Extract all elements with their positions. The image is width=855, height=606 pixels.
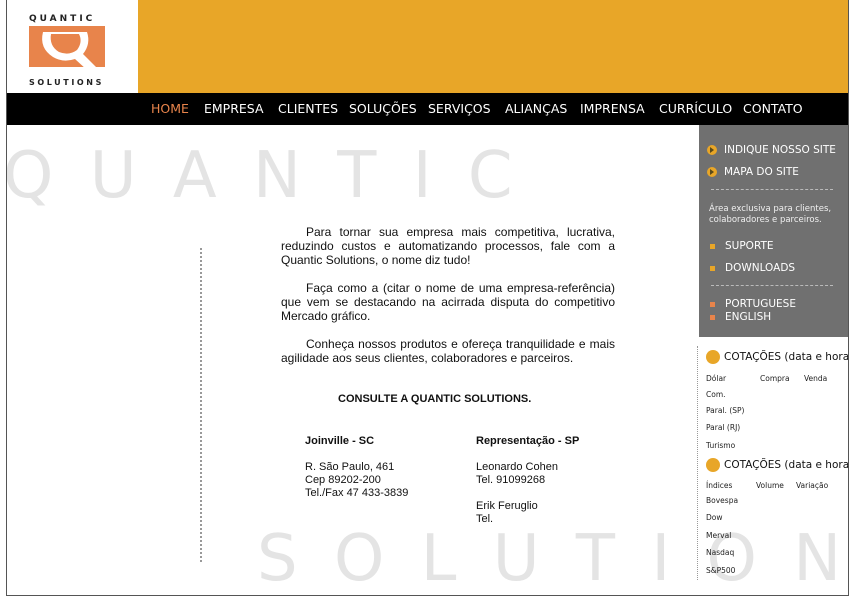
index-row: Merval (706, 531, 732, 540)
indices-header-indices: Índices (706, 481, 733, 490)
watermark-solutions: S O L U T I O N S (257, 522, 849, 596)
quotes-currency-title: COTAÇÕES (data e hora) (724, 351, 849, 363)
office-joinville-address: R. São Paulo, 461 (305, 461, 395, 473)
link-english[interactable]: ENGLISH (725, 311, 771, 323)
currency-header-compra: Compra (760, 374, 790, 383)
index-row: Bovespa (706, 496, 739, 505)
logo-q-icon (29, 26, 105, 70)
header-banner: QUANTIC SOLUTIONS (7, 0, 848, 93)
nav-empresa[interactable]: EMPRESA (204, 101, 264, 116)
office-joinville-phone: Tel./Fax 47 433-3839 (305, 487, 409, 499)
link-suporte[interactable]: SUPORTE (725, 240, 774, 252)
paragraph: Conheça nossos produtos e ofereça tranqu… (281, 337, 615, 365)
link-mapa[interactable]: MAPA DO SITE (724, 166, 799, 178)
bullet-icon (710, 315, 715, 320)
bullet-icon (710, 302, 715, 307)
logo-wordmark-bottom: SOLUTIONS (29, 78, 104, 87)
logo-wordmark-top: QUANTIC (29, 14, 96, 24)
currency-header-venda: Venda (804, 374, 828, 383)
watermark-quantic: Q U A N T I C (6, 139, 521, 213)
indices-header-variacao: Variação (796, 481, 829, 490)
nav-home[interactable]: HOME (151, 101, 189, 116)
divider (711, 285, 833, 286)
nav-curriculo[interactable]: CURRÍCULO (659, 101, 732, 116)
nav-contato[interactable]: CONTATO (743, 101, 803, 116)
left-divider (200, 248, 202, 562)
arrow-circle-icon (707, 167, 717, 177)
page-frame: QUANTIC SOLUTIONS HOME EMPRESA CLIENTES … (6, 0, 849, 596)
currency-row: Paral. (SP) (706, 406, 745, 415)
bullet-icon (710, 266, 715, 271)
intro-text: Para tornar sua empresa mais competitiva… (281, 225, 615, 379)
index-row: Nasdaq (706, 548, 735, 557)
office-sp-contact1: Leonardo Cohen (476, 461, 558, 473)
divider (711, 189, 833, 190)
office-joinville-title: Joinville - SC (305, 435, 375, 447)
index-row: Dow (706, 513, 723, 522)
sidebar: INDIQUE NOSSO SITE MAPA DO SITE Área exc… (699, 125, 848, 337)
logo[interactable]: QUANTIC SOLUTIONS (7, 0, 138, 93)
link-portuguese[interactable]: PORTUGUESE (725, 298, 796, 310)
indices-header-volume: Volume (756, 481, 784, 490)
currency-header-dolar: Dólar (706, 374, 727, 383)
currency-row: Turismo (706, 441, 736, 450)
nav-servicos[interactable]: SERVIÇOS (428, 101, 491, 116)
nav-imprensa[interactable]: IMPRENSA (580, 101, 645, 116)
quotes-bullet-icon (706, 350, 720, 364)
arrow-circle-icon (707, 145, 717, 155)
nav-aliancas[interactable]: ALIANÇAS (505, 101, 567, 116)
office-joinville-cep: Cep 89202-200 (305, 474, 381, 486)
paragraph: Faça como a (citar o nome de uma empresa… (281, 281, 615, 323)
restricted-note: Área exclusiva para clientes, colaborado… (709, 204, 832, 225)
link-downloads[interactable]: DOWNLOADS (725, 262, 795, 274)
quotes-bullet-icon (706, 458, 720, 472)
link-indique[interactable]: INDIQUE NOSSO SITE (724, 144, 836, 156)
bullet-icon (710, 244, 715, 249)
quotes-indices-title: COTAÇÕES (data e hora) (724, 459, 849, 471)
paragraph: Para tornar sua empresa mais competitiva… (281, 225, 615, 267)
index-row: S&P500 (706, 566, 736, 575)
office-sp-title: Representação - SP (476, 435, 580, 447)
consult-heading: CONSULTE A QUANTIC SOLUTIONS. (338, 393, 532, 405)
main-nav: HOME EMPRESA CLIENTES SOLUÇÕES SERVIÇOS … (7, 93, 848, 125)
currency-row: Paral (RJ) (706, 423, 741, 432)
office-sp-phone1: Tel. 91099268 (476, 474, 546, 486)
quotes-divider (697, 346, 698, 580)
nav-clientes[interactable]: CLIENTES (278, 101, 338, 116)
nav-solucoes[interactable]: SOLUÇÕES (349, 101, 417, 116)
office-sp-phone2: Tel. (476, 513, 494, 525)
currency-row: Com. (706, 390, 726, 399)
office-sp-contact2: Erik Feruglio (476, 500, 538, 512)
